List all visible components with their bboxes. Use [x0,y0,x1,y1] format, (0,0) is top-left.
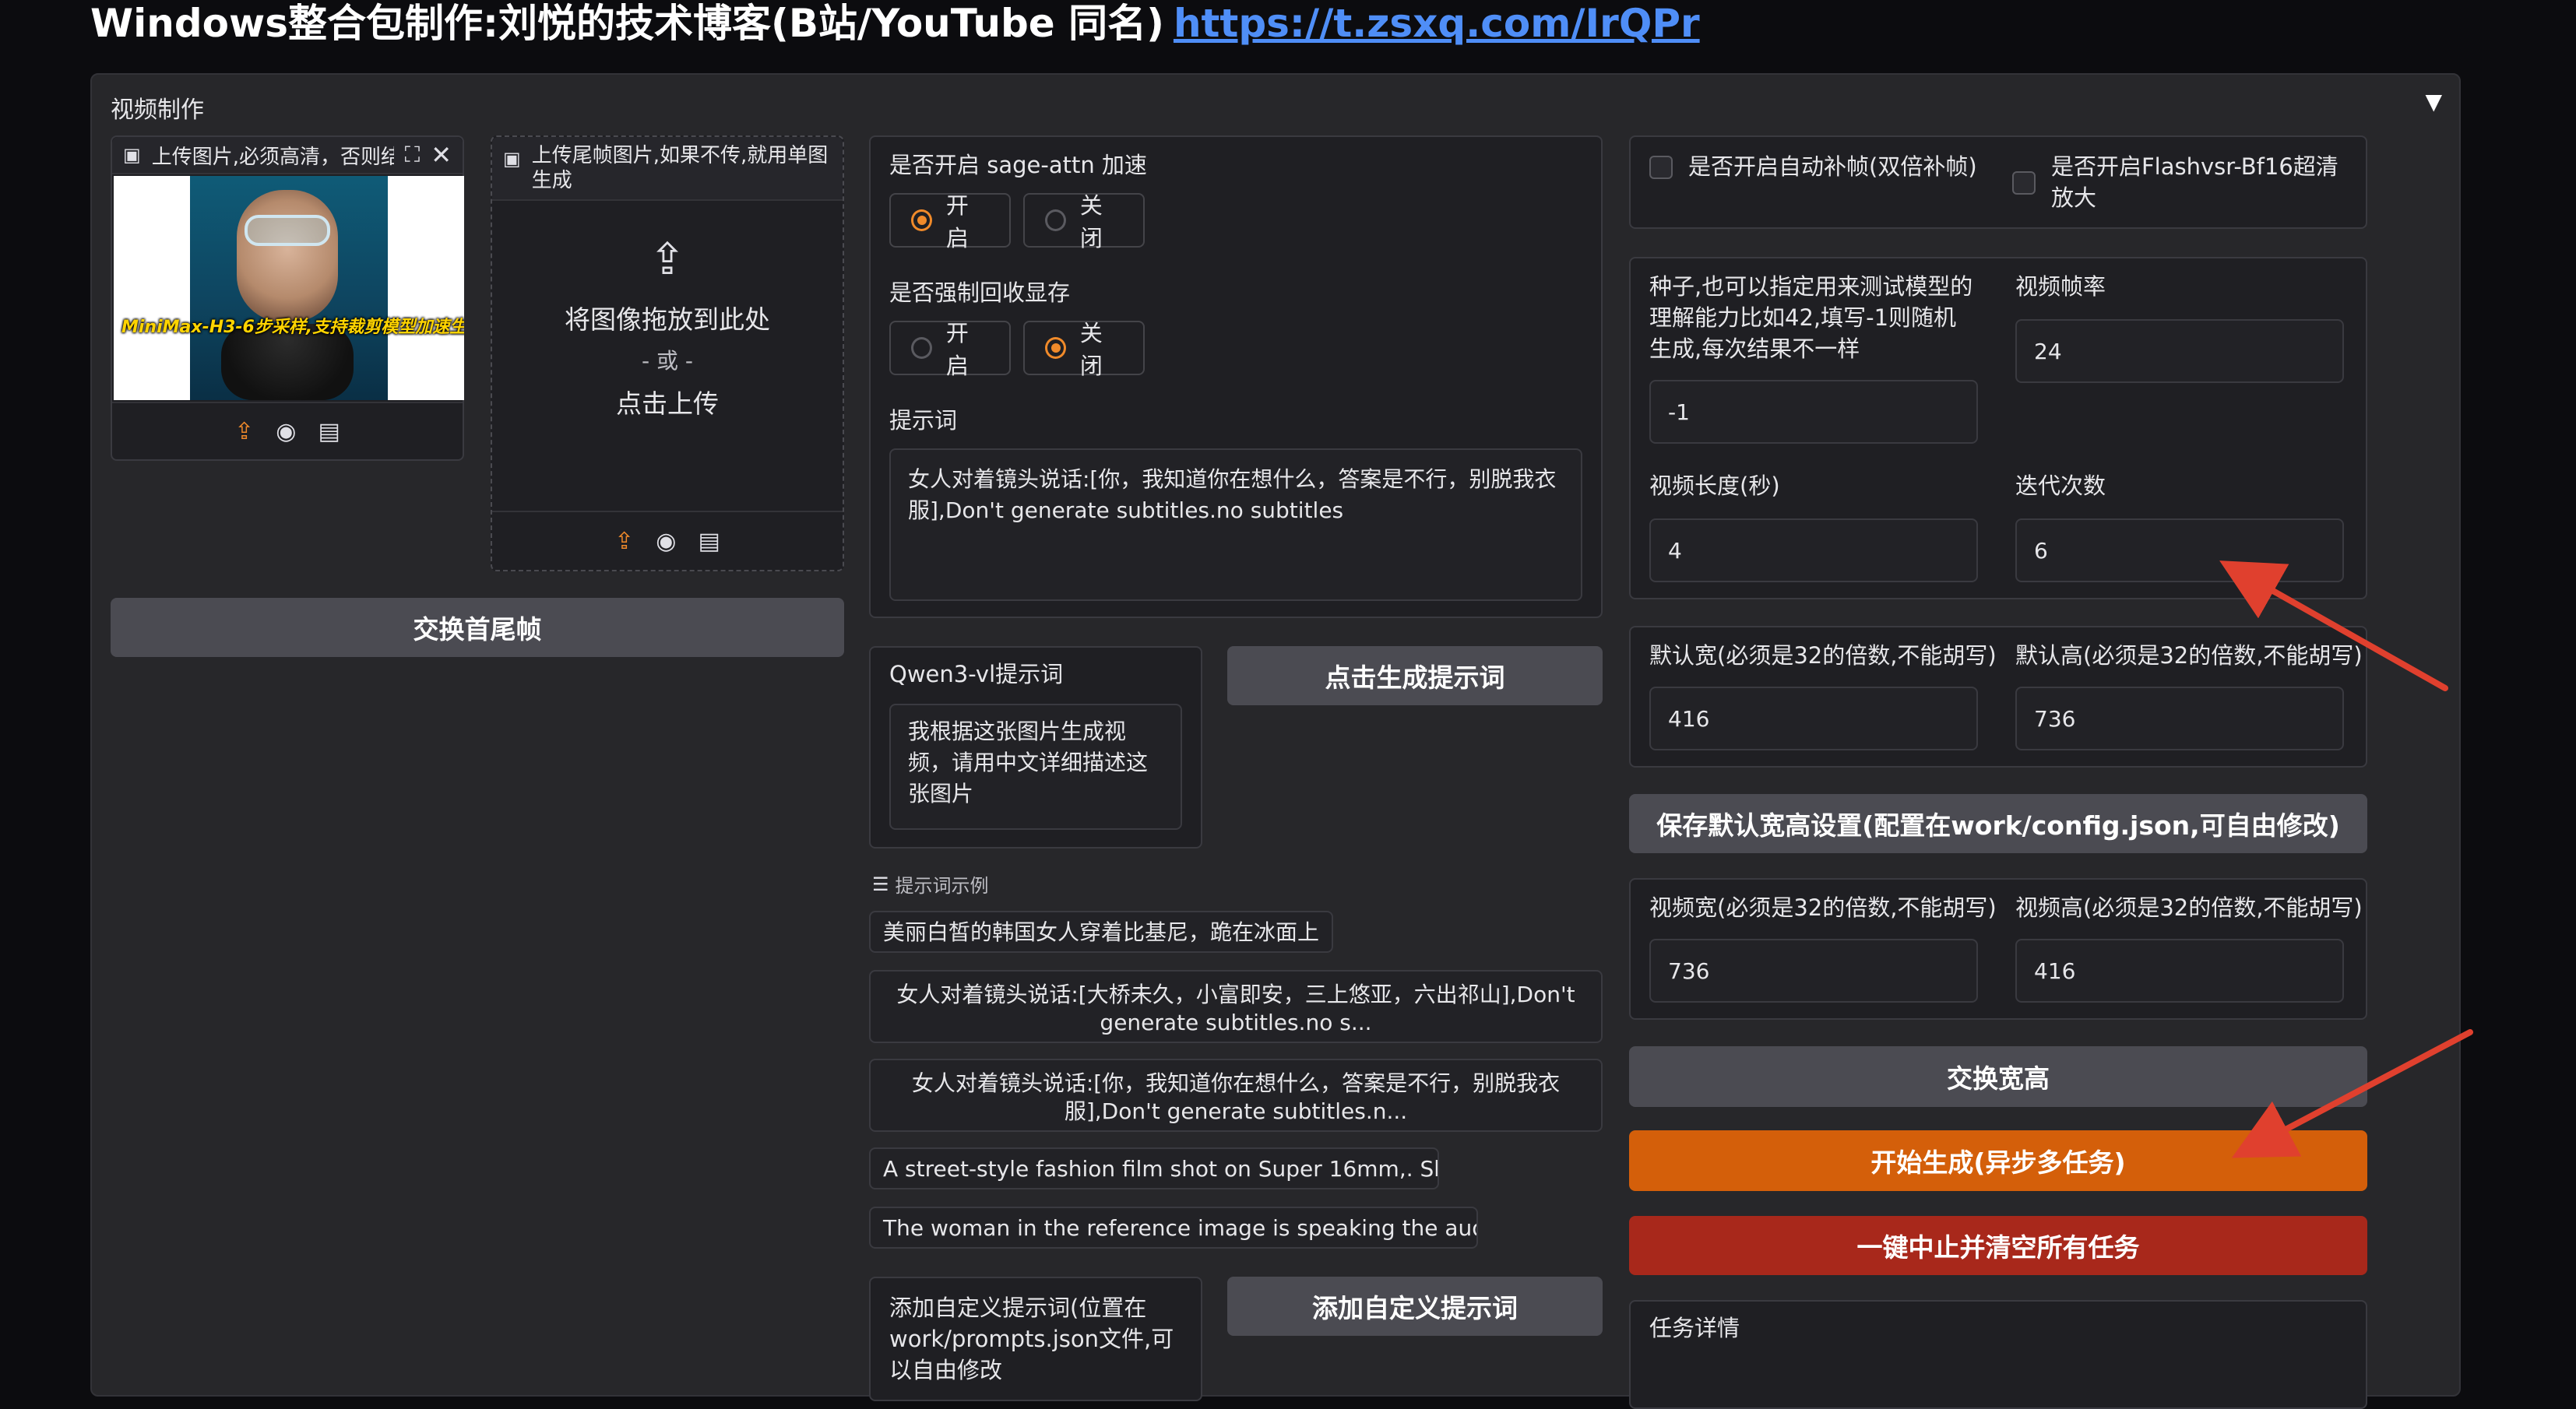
arrow-to-start [2231,1029,2473,1158]
arrow-to-steps [2219,560,2448,691]
annotation-arrows [2219,560,2473,1158]
